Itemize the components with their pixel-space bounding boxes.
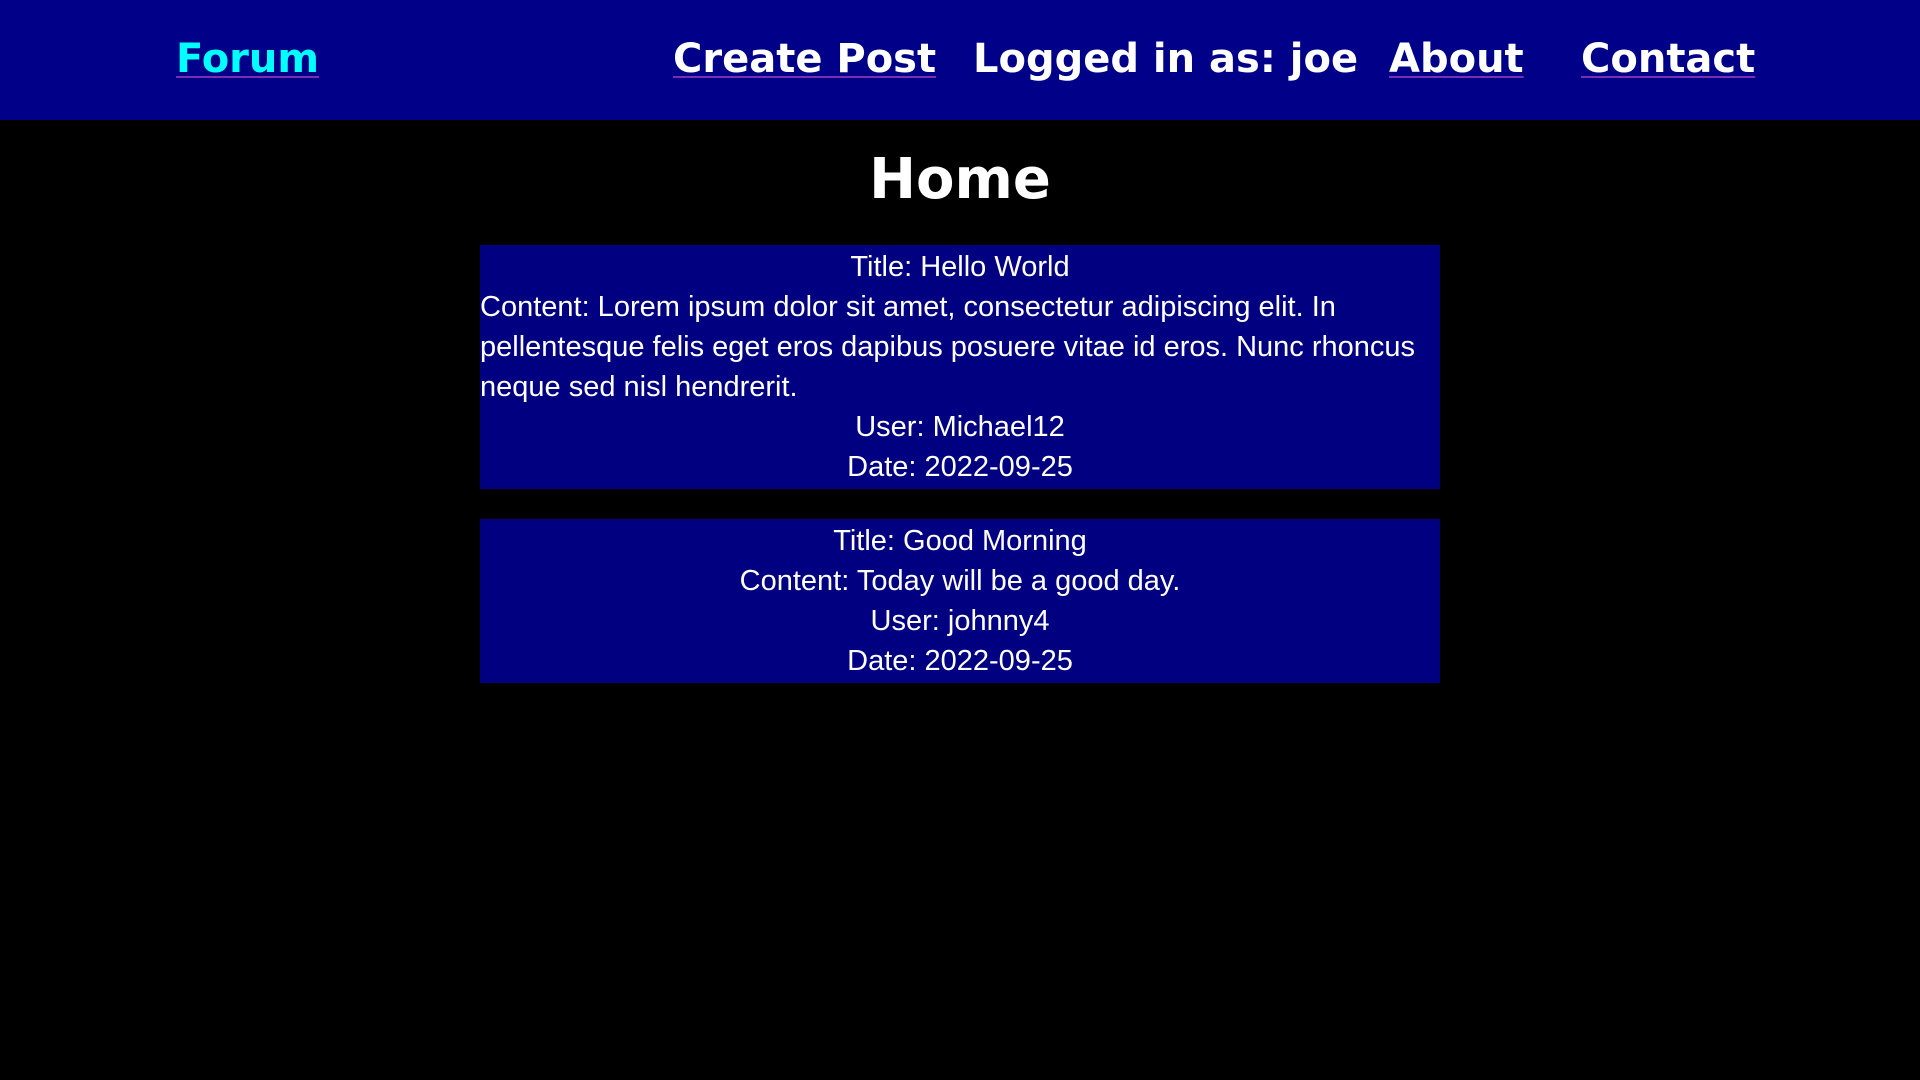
post-date: Date: 2022-09-25	[847, 451, 1073, 483]
post-card: Title: Good Morning Content: Today will …	[480, 519, 1440, 683]
nav-create-post-link[interactable]: Create Post	[673, 34, 936, 84]
nav-brand-link[interactable]: Forum	[176, 34, 319, 84]
post-title: Title: Good Morning	[833, 525, 1087, 557]
post-card: Title: Hello World Content: Lorem ipsum …	[480, 245, 1440, 489]
nav-contact-link[interactable]: Contact	[1581, 34, 1755, 84]
post-user: User: Michael12	[855, 411, 1065, 443]
post-date: Date: 2022-09-25	[847, 645, 1073, 677]
nav-about-link[interactable]: About	[1389, 34, 1524, 84]
navbar: Forum Create Post Logged in as: joe Abou…	[0, 0, 1920, 120]
post-title: Title: Hello World	[850, 251, 1070, 283]
logged-in-status: Logged in as: joe	[973, 36, 1359, 82]
post-content: Content: Today will be a good day.	[739, 565, 1181, 597]
page-title: Home	[869, 147, 1051, 212]
post-user: User: johnny4	[870, 605, 1050, 637]
post-content: Content: Lorem ipsum dolor sit amet, con…	[480, 291, 1416, 403]
post-list: Title: Hello World Content: Lorem ipsum …	[480, 245, 1440, 713]
